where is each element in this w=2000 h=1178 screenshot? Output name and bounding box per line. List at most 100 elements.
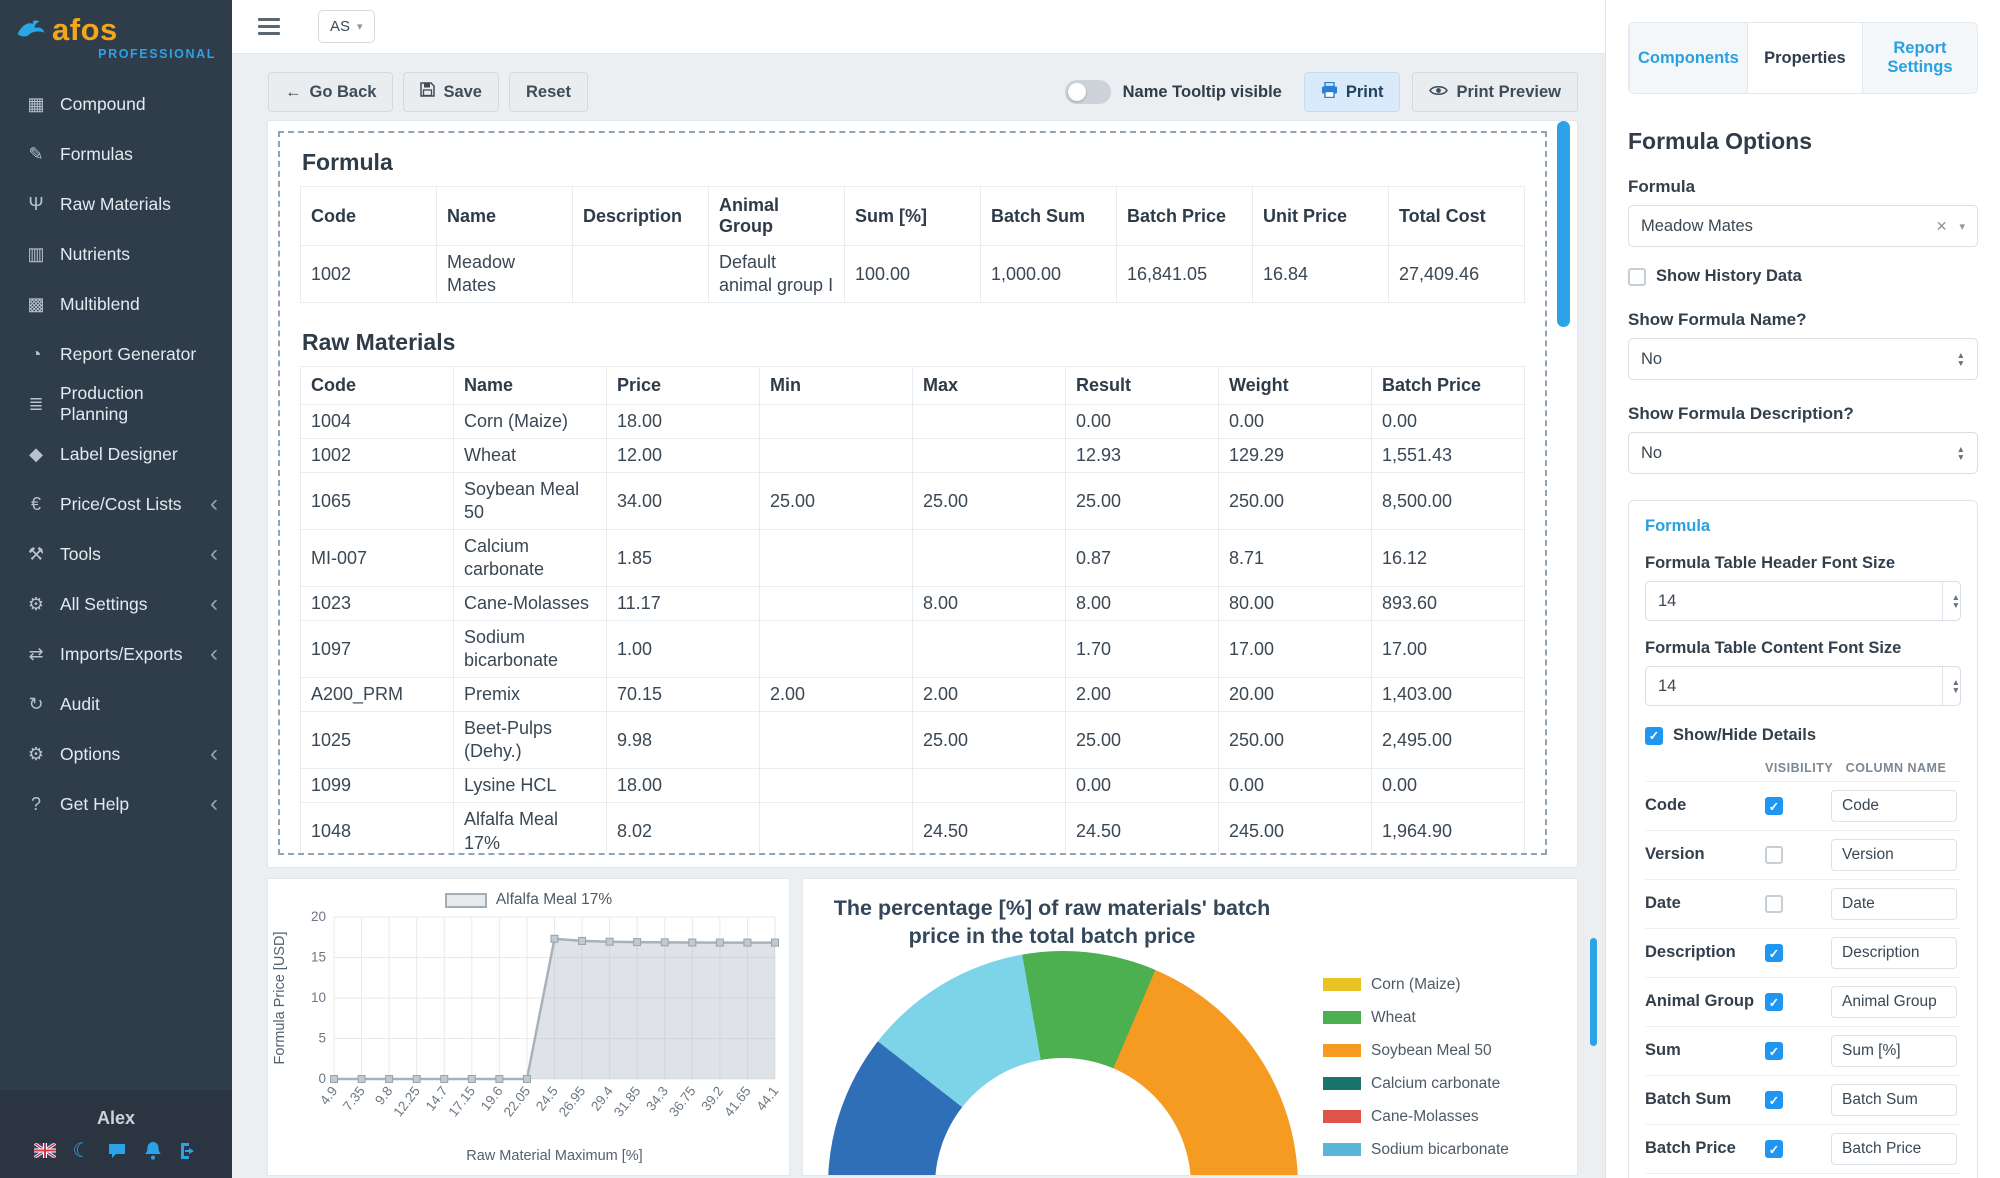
show-formula-description-select[interactable]: No ▲▼: [1628, 432, 1978, 474]
language-flag-icon[interactable]: [34, 1143, 56, 1158]
sidebar-item[interactable]: ⚒ Tools ‹: [0, 529, 232, 579]
table-row[interactable]: A200_PRM Premix 70.15 2.00 2.00 2.00 20.…: [301, 678, 1525, 712]
go-back-button[interactable]: ← Go Back: [268, 72, 393, 112]
app-logo[interactable]: afos: [0, 0, 232, 45]
dark-mode-moon-icon[interactable]: ☾: [73, 1141, 91, 1161]
content-font-size-label: Formula Table Content Font Size: [1645, 639, 1961, 658]
column-name-input[interactable]: Version: [1831, 839, 1957, 871]
table-row[interactable]: 1048 Alfalfa Meal 17% 8.02 24.50 24.50 2…: [301, 803, 1525, 855]
profile-dropdown[interactable]: AS ▾: [318, 10, 375, 43]
legend-item[interactable]: Sodium bicarbonate: [1323, 1140, 1509, 1159]
sidebar-item[interactable]: ⚙ Options ‹: [0, 729, 232, 779]
svg-text:7.35: 7.35: [340, 1084, 368, 1114]
sidebar-item[interactable]: ≣ Production Planning ‹: [0, 379, 232, 429]
show-history-row: Show History Data: [1628, 267, 1978, 286]
legend-item[interactable]: Cane-Molasses: [1323, 1107, 1509, 1126]
column-name-input[interactable]: Batch Price: [1831, 1133, 1957, 1165]
sidebar-item[interactable]: ? Get Help ‹: [0, 779, 232, 829]
legend-label: Sodium bicarbonate: [1371, 1141, 1509, 1159]
column-name-input[interactable]: Code: [1831, 790, 1957, 822]
visibility-checkbox[interactable]: [1765, 846, 1783, 864]
table-row[interactable]: MI-007 Calcium carbonate 1.85 0.87 8.71 …: [301, 530, 1525, 587]
logout-icon[interactable]: [179, 1142, 198, 1160]
chat-icon[interactable]: [107, 1142, 127, 1160]
sidebar-item[interactable]: Ψ Raw Materials ‹: [0, 179, 232, 229]
visibility-checkbox[interactable]: [1765, 797, 1783, 815]
name-tooltip-toggle[interactable]: [1065, 80, 1111, 104]
sidebar-item[interactable]: ⇄ Imports/Exports ‹: [0, 629, 232, 679]
legend-item[interactable]: Calcium carbonate: [1323, 1074, 1509, 1093]
show-formula-name-select[interactable]: No ▲▼: [1628, 338, 1978, 380]
sidebar-item[interactable]: ▥ Nutrients ‹: [0, 229, 232, 279]
formula-group-title[interactable]: Formula: [1645, 517, 1961, 536]
notifications-bell-icon[interactable]: [144, 1141, 162, 1160]
visibility-checkbox[interactable]: [1765, 993, 1783, 1011]
sidebar-item[interactable]: ◔ Report Generator ‹: [0, 329, 232, 379]
line-chart-legend[interactable]: Alfalfa Meal 17%: [268, 879, 789, 909]
visibility-checkbox[interactable]: [1765, 1091, 1783, 1109]
table-cell: 24.50: [913, 803, 1066, 855]
table-row[interactable]: 1025 Beet-Pulps (Dehy.) 9.98 25.00 25.00…: [301, 712, 1525, 769]
legend-item[interactable]: Soybean Meal 50: [1323, 1041, 1509, 1060]
column-name-input[interactable]: Animal Group: [1831, 986, 1957, 1018]
column-header: Price: [607, 367, 760, 405]
column-name-input[interactable]: Description: [1831, 937, 1957, 969]
table-row[interactable]: 1023 Cane-Molasses 11.17 8.00 8.00 80.00…: [301, 587, 1525, 621]
column-visibility-row: Animal Group Animal Group: [1645, 977, 1961, 1026]
legend-item[interactable]: Wheat: [1323, 1008, 1509, 1027]
formula-select[interactable]: Meadow Mates ✕ ▾: [1628, 205, 1978, 247]
show-formula-description-value: No: [1641, 444, 1662, 463]
visibility-checkbox[interactable]: [1765, 944, 1783, 962]
show-history-checkbox[interactable]: [1628, 268, 1646, 286]
table-cell: 129.29: [1219, 439, 1372, 473]
visibility-checkbox[interactable]: [1765, 1042, 1783, 1060]
sidebar-item[interactable]: ✎ Formulas ‹: [0, 129, 232, 179]
column-name-input[interactable]: Batch Sum: [1831, 1084, 1957, 1116]
table-cell: 20.00: [1219, 678, 1372, 712]
visibility-checkbox[interactable]: [1765, 1140, 1783, 1158]
table-cell: [573, 246, 709, 303]
header-font-size-input[interactable]: 14 ▲▼: [1645, 581, 1961, 621]
table-row[interactable]: 1002 Wheat 12.00 12.93 129.29 1,551.43: [301, 439, 1525, 473]
table-row[interactable]: 1002 Meadow Mates Default animal group I…: [301, 246, 1525, 303]
sidebar-item[interactable]: ▦ Compound ‹: [0, 79, 232, 129]
sidebar-item[interactable]: ⚙ All Settings ‹: [0, 579, 232, 629]
number-stepper-icon[interactable]: ▲▼: [1942, 667, 1960, 705]
column-name-input[interactable]: Date: [1831, 888, 1957, 920]
table-row[interactable]: 1097 Sodium bicarbonate 1.00 1.70 17.00 …: [301, 621, 1525, 678]
sidebar-item[interactable]: € Price/Cost Lists ‹: [0, 479, 232, 529]
save-floppy-icon: [420, 82, 435, 102]
chevron-left-icon: ‹: [210, 542, 218, 566]
table-row[interactable]: 1004 Corn (Maize) 18.00 0.00 0.00 0.00: [301, 405, 1525, 439]
table-row[interactable]: 1099 Lysine HCL 18.00 0.00 0.00 0.00: [301, 769, 1525, 803]
column-name-input[interactable]: Sum [%]: [1831, 1035, 1957, 1067]
panel-tab[interactable]: Components: [1629, 23, 1747, 93]
menu-icon[interactable]: [258, 18, 280, 35]
clear-icon[interactable]: ✕: [1936, 218, 1948, 235]
table-row[interactable]: 1065 Soybean Meal 50 34.00 25.00 25.00 2…: [301, 473, 1525, 530]
reset-button[interactable]: Reset: [509, 72, 588, 112]
legend-item[interactable]: Premix: [1323, 1173, 1509, 1176]
show-hide-details-checkbox[interactable]: [1645, 727, 1663, 745]
scrollbar-thumb[interactable]: [1590, 938, 1597, 1046]
user-name[interactable]: Alex: [97, 1108, 135, 1129]
scrollbar-thumb[interactable]: [1557, 121, 1570, 327]
visibility-checkbox[interactable]: [1765, 895, 1783, 913]
print-preview-button[interactable]: Print Preview: [1412, 72, 1578, 112]
sidebar-item[interactable]: ↻ Audit ‹: [0, 679, 232, 729]
svg-text:Formula Price [USD]: Formula Price [USD]: [272, 932, 288, 1065]
save-button[interactable]: Save: [403, 72, 499, 112]
report-selection-region[interactable]: Formula CodeNameDescriptionAnimal GroupS…: [278, 131, 1547, 855]
column-label: Batch Sum: [1645, 1090, 1765, 1110]
sidebar-item[interactable]: ▩ Multiblend ‹: [0, 279, 232, 329]
column-header: Description: [573, 187, 709, 246]
content-font-size-input[interactable]: 14 ▲▼: [1645, 666, 1961, 706]
print-button[interactable]: Print: [1304, 72, 1401, 112]
properties-panel: Components Properties Report Settings Fo…: [1605, 0, 2000, 1178]
number-stepper-icon[interactable]: ▲▼: [1942, 582, 1960, 620]
sidebar-item[interactable]: ◆ Label Designer ‹: [0, 429, 232, 479]
panel-tab[interactable]: Report Settings: [1862, 23, 1977, 93]
legend-item[interactable]: Corn (Maize): [1323, 975, 1509, 994]
panel-tab[interactable]: Properties: [1747, 23, 1862, 93]
table-cell: 1004: [301, 405, 454, 439]
